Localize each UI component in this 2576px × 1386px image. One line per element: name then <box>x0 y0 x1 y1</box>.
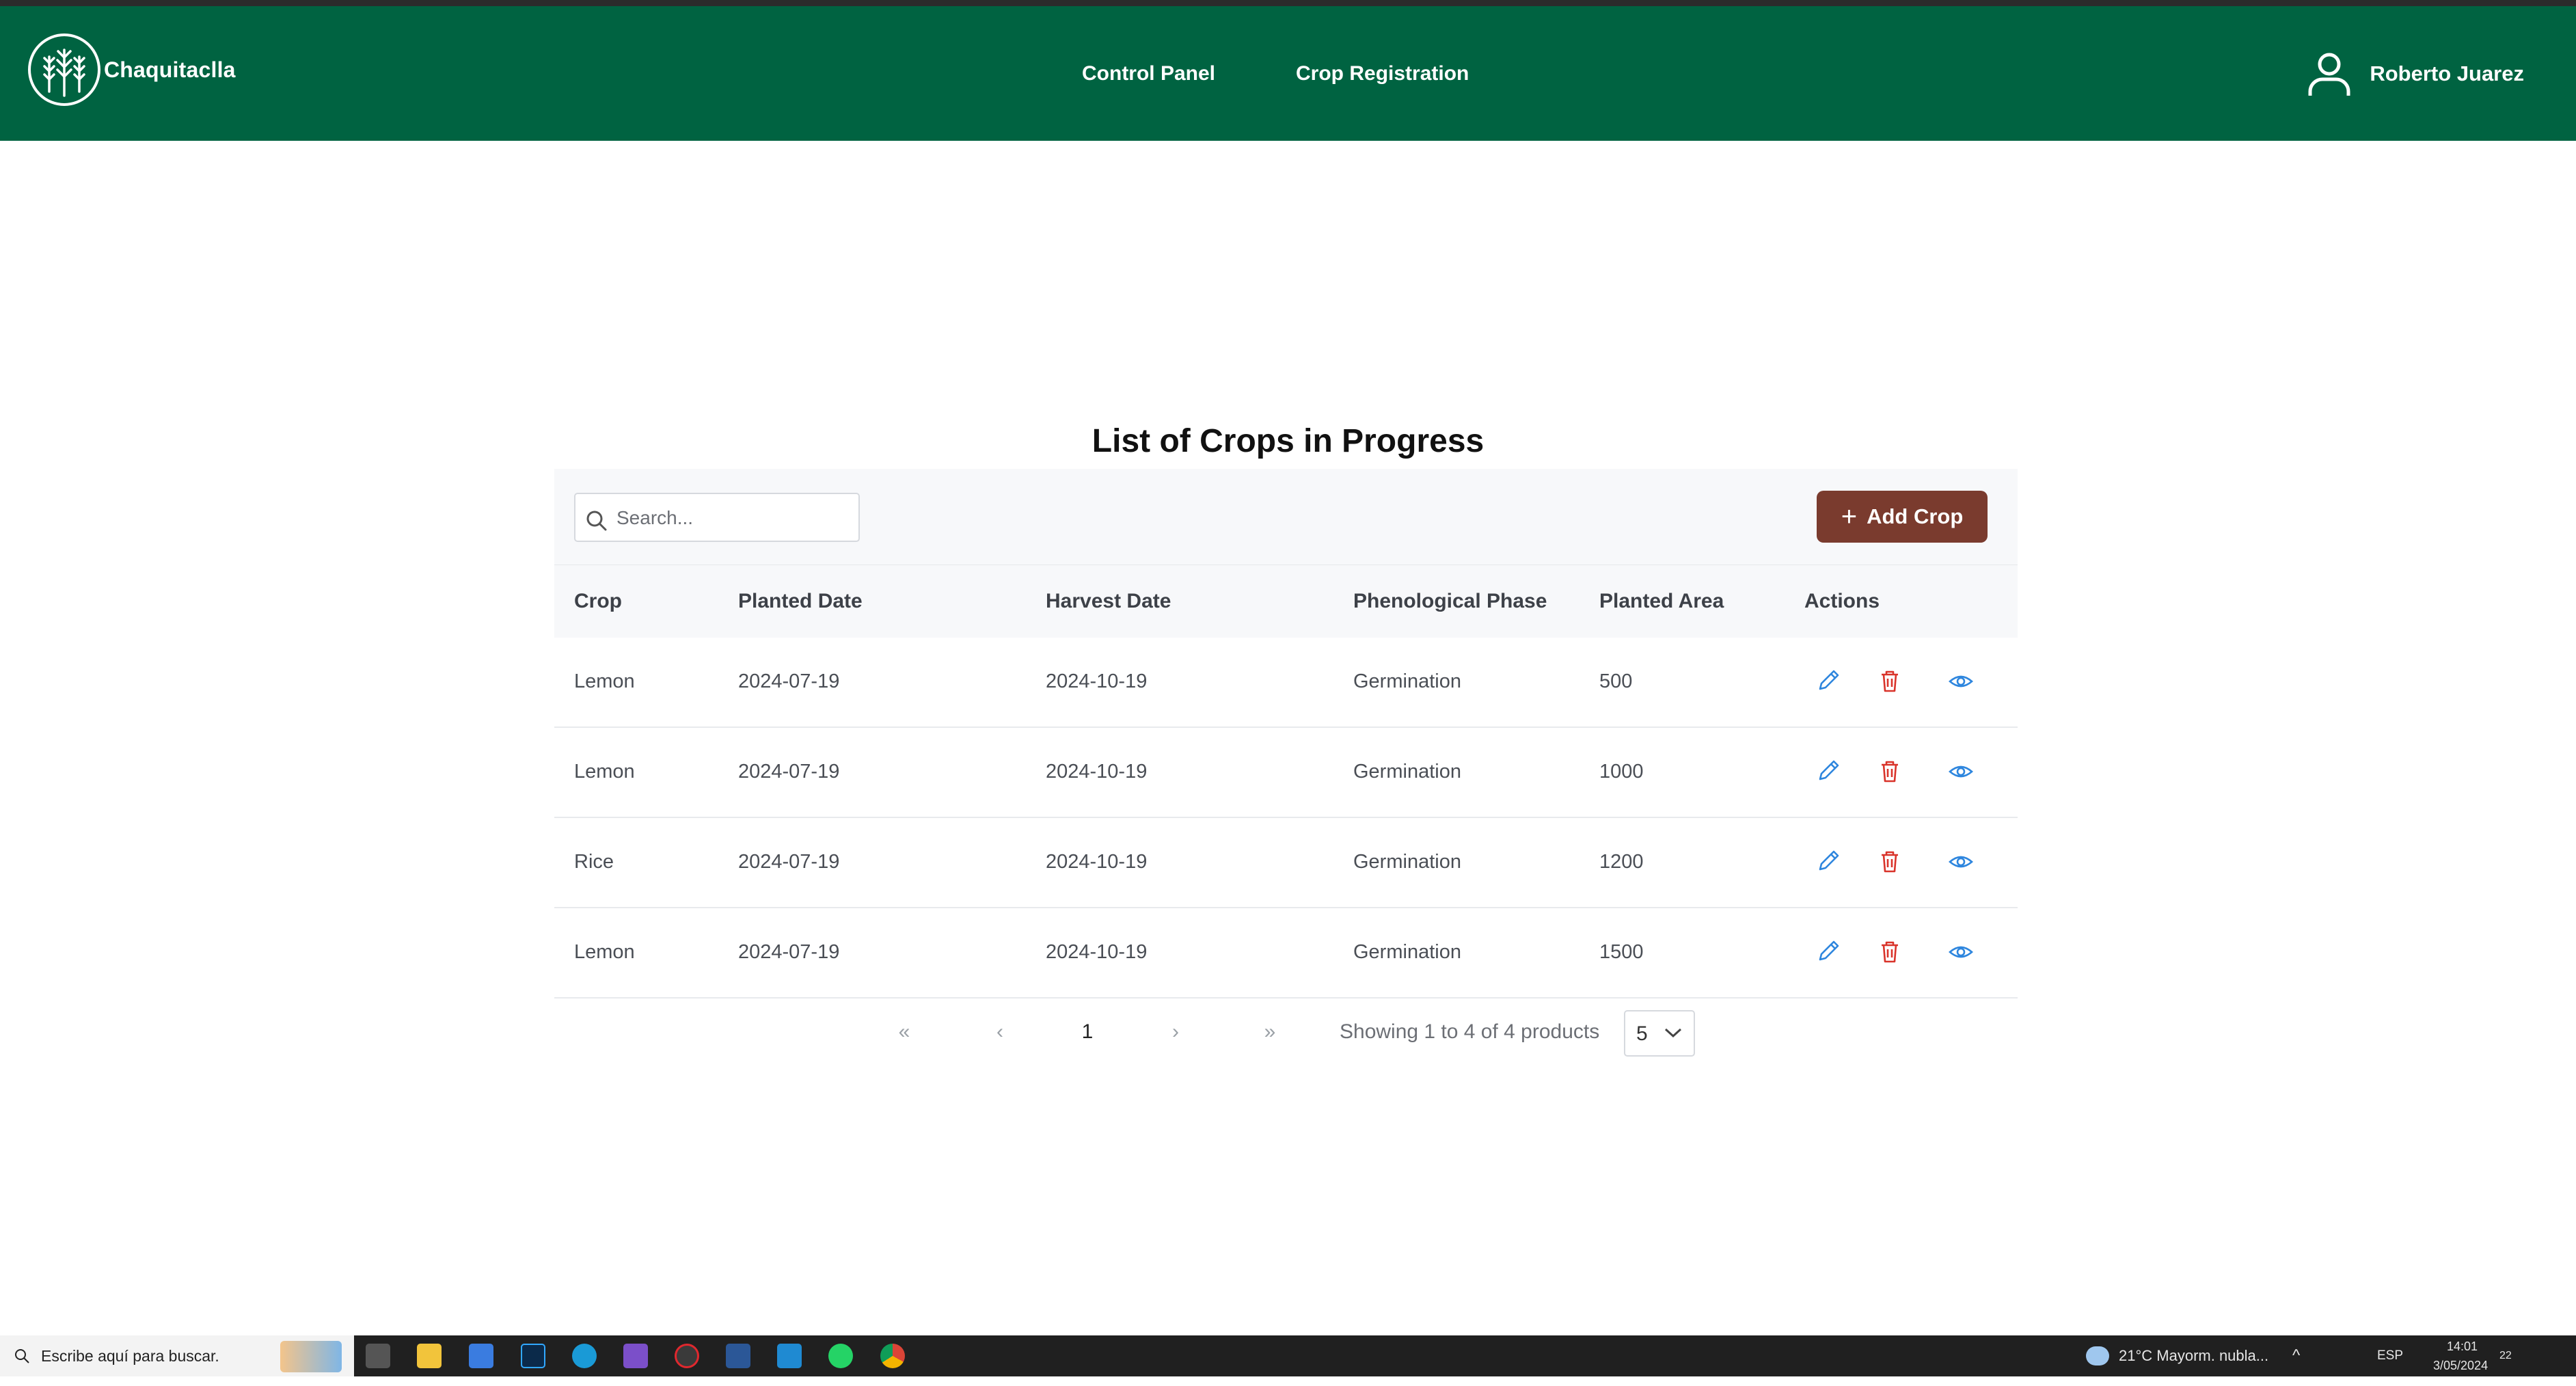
opera-icon[interactable] <box>675 1344 699 1368</box>
table-row: Lemon 2024-07-19 2024-10-19 Germination 1000 <box>554 727 2018 818</box>
table-toolbar: + Add Crop <box>554 469 2018 565</box>
next-page-button[interactable]: › <box>1162 1005 1189 1059</box>
eye-icon[interactable] <box>1948 939 1974 965</box>
window-top-border <box>0 0 2576 6</box>
weather-cloud-icon[interactable] <box>2086 1346 2109 1365</box>
cell-harvest-date: 2024-10-19 <box>1046 761 1148 783</box>
cell-planted-date: 2024-07-19 <box>738 851 840 873</box>
wheat-logo-icon <box>28 33 100 106</box>
notification-count[interactable]: 22 <box>2499 1335 2512 1376</box>
first-page-button[interactable]: « <box>891 1005 918 1059</box>
eye-icon[interactable] <box>1948 668 1974 694</box>
cell-phenological-phase: Germination <box>1353 851 1461 873</box>
cell-harvest-date: 2024-10-19 <box>1046 670 1148 692</box>
pagination: « ‹ 1 › » Showing 1 to 4 of 4 products 5 <box>0 1005 2576 1059</box>
column-header-actions: Actions <box>1804 590 1880 612</box>
column-header-crop[interactable]: Crop <box>574 565 622 638</box>
microsoft-store-icon[interactable] <box>469 1344 493 1368</box>
whatsapp-icon[interactable] <box>828 1344 853 1368</box>
eye-icon[interactable] <box>1948 759 1974 785</box>
trash-icon[interactable] <box>1877 939 1903 965</box>
edge-icon[interactable] <box>572 1344 597 1368</box>
chrome-icon[interactable] <box>880 1344 905 1368</box>
cell-planted-date: 2024-07-19 <box>738 941 840 963</box>
trash-icon[interactable] <box>1877 849 1903 875</box>
taskbar-search[interactable]: Escribe aquí para buscar. <box>0 1335 354 1376</box>
cell-planted-area: 1200 <box>1599 851 1644 873</box>
file-explorer-icon[interactable] <box>417 1344 442 1368</box>
search-icon <box>586 511 607 531</box>
nav-crop-registration[interactable]: Crop Registration <box>1296 62 1469 85</box>
eye-icon[interactable] <box>1948 849 1974 875</box>
search-icon <box>15 1349 29 1363</box>
page-size-value: 5 <box>1636 1022 1648 1045</box>
table-header: Crop Planted Date Harvest Date Phenologi… <box>554 565 2018 638</box>
chevron-down-icon <box>1664 1028 1682 1038</box>
clock-date[interactable]: 3/05/2024 <box>2433 1345 2488 1386</box>
plus-icon: + <box>1841 502 1858 532</box>
cell-planted-date: 2024-07-19 <box>738 670 840 692</box>
cell-harvest-date: 2024-10-19 <box>1046 851 1148 873</box>
taskbar-search-text: Escribe aquí para buscar. <box>41 1347 219 1365</box>
cell-crop: Rice <box>574 851 614 873</box>
top-navbar: Chaquitaclla Control Panel Crop Registra… <box>0 6 2576 141</box>
user-menu[interactable]: Roberto Juarez <box>2307 6 2524 141</box>
add-crop-label: Add Crop <box>1867 504 1964 528</box>
table-row: Rice 2024-07-19 2024-10-19 Germination 1200 <box>554 817 2018 908</box>
cell-planted-date: 2024-07-19 <box>738 761 840 783</box>
cell-planted-area: 1500 <box>1599 941 1644 963</box>
search-input[interactable] <box>615 494 856 542</box>
cell-phenological-phase: Germination <box>1353 761 1461 783</box>
word-icon[interactable] <box>726 1344 750 1368</box>
pagination-info: Showing 1 to 4 of 4 products <box>1340 1020 1600 1043</box>
page-number-button[interactable]: 1 <box>1074 1005 1101 1059</box>
cell-phenological-phase: Germination <box>1353 670 1461 692</box>
add-crop-button[interactable]: + Add Crop <box>1817 491 1988 543</box>
page-title: List of Crops in Progress <box>1092 423 1484 460</box>
task-view-icon[interactable] <box>366 1344 390 1368</box>
search-box <box>574 493 860 542</box>
page-size-select[interactable]: 5 <box>1624 1010 1695 1057</box>
cell-crop: Lemon <box>574 941 635 963</box>
windows-taskbar: Escribe aquí para buscar. 21°C Mayorm. n… <box>0 1335 2576 1376</box>
cell-crop: Lemon <box>574 761 635 783</box>
trash-icon[interactable] <box>1877 668 1903 694</box>
user-name: Roberto Juarez <box>2370 61 2524 85</box>
edit-icon[interactable] <box>1816 849 1842 875</box>
edit-icon[interactable] <box>1816 759 1842 785</box>
vscode-icon[interactable] <box>777 1344 802 1368</box>
table-row: Lemon 2024-07-19 2024-10-19 Germination 1500 <box>554 908 2018 998</box>
user-icon <box>2308 53 2350 96</box>
last-page-button[interactable]: » <box>1256 1005 1284 1059</box>
photoshop-icon[interactable] <box>521 1344 545 1368</box>
column-header-planted-area[interactable]: Planted Area <box>1599 565 1724 638</box>
language-indicator[interactable]: ESP <box>2377 1335 2403 1376</box>
search-highlight-image <box>280 1341 342 1372</box>
brand-logo[interactable]: Chaquitaclla <box>27 33 236 107</box>
tray-chevron-up-icon[interactable]: ^ <box>2292 1335 2300 1376</box>
cell-crop: Lemon <box>574 670 635 692</box>
cell-planted-area: 1000 <box>1599 761 1644 783</box>
trash-icon[interactable] <box>1877 759 1903 785</box>
weather-text[interactable]: 21°C Mayorm. nubla... <box>2119 1335 2268 1376</box>
brand-name: Chaquitaclla <box>104 57 236 82</box>
column-header-phenological-phase[interactable]: Phenological Phase <box>1353 565 1547 638</box>
visual-studio-icon[interactable] <box>623 1344 648 1368</box>
table-row: Lemon 2024-07-19 2024-10-19 Germination 500 <box>554 637 2018 728</box>
edit-icon[interactable] <box>1816 939 1842 965</box>
column-header-harvest-date[interactable]: Harvest Date <box>1046 565 1171 638</box>
prev-page-button[interactable]: ‹ <box>986 1005 1014 1059</box>
main-nav: Control Panel Crop Registration <box>1082 6 1469 141</box>
cell-harvest-date: 2024-10-19 <box>1046 941 1148 963</box>
column-header-planted-date[interactable]: Planted Date <box>738 565 863 638</box>
edit-icon[interactable] <box>1816 668 1842 694</box>
nav-control-panel[interactable]: Control Panel <box>1082 62 1215 85</box>
cell-phenological-phase: Germination <box>1353 941 1461 963</box>
crops-table-panel: + Add Crop Crop Planted Date Harvest Dat… <box>554 469 2018 998</box>
cell-planted-area: 500 <box>1599 670 1633 692</box>
